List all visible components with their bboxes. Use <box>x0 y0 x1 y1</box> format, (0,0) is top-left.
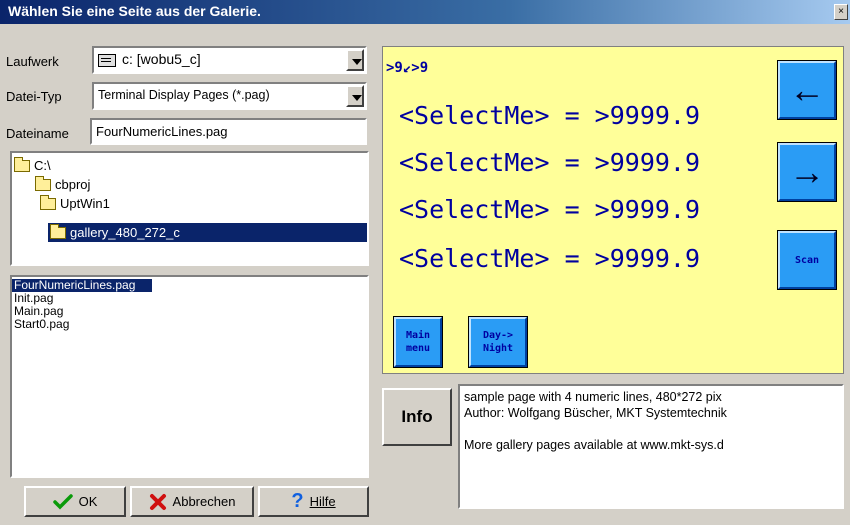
page-preview[interactable]: >9↙>9 <SelectMe> = >9999.9 <SelectMe> = … <box>382 46 844 374</box>
info-text-box: sample page with 4 numeric lines, 480*27… <box>458 384 844 509</box>
directory-label: cbproj <box>55 177 91 192</box>
right-arrow-icon: → <box>789 151 825 192</box>
day-night-button[interactable]: Day-> Night <box>468 316 528 368</box>
directory-label: UptWin1 <box>60 196 110 211</box>
directory-item[interactable]: C:\ <box>14 156 51 175</box>
filetype-combo[interactable]: Terminal Display Pages (*.pag) <box>92 82 367 110</box>
directory-list[interactable]: C:\ cbproj UptWin1 gallery_480_272_c <box>10 151 369 266</box>
drive-icon <box>98 54 116 67</box>
help-button[interactable]: ? Hilfe <box>258 486 369 517</box>
directory-label: gallery_480_272_c <box>70 225 180 240</box>
checkmark-icon <box>52 493 73 509</box>
open-folder-icon <box>14 156 30 172</box>
info-button[interactable]: Info <box>382 388 452 446</box>
scan-label: Scan <box>794 254 820 266</box>
cancel-label: Abbrechen <box>172 494 236 509</box>
filename-label: Dateiname <box>6 126 69 141</box>
filename-input[interactable]: FourNumericLines.pag <box>90 118 367 145</box>
ok-button[interactable]: OK <box>24 486 126 517</box>
filetype-value: Terminal Display Pages (*.pag) <box>98 88 270 102</box>
open-folder-icon <box>35 175 51 191</box>
drive-label: Laufwerk <box>6 54 59 69</box>
preview-line: <SelectMe> = >9999.9 <box>399 195 701 224</box>
directory-item[interactable]: UptWin1 <box>40 194 110 213</box>
nav-right-button[interactable]: → <box>777 142 837 202</box>
left-arrow-icon: ← <box>789 69 825 110</box>
info-label: Info <box>401 407 433 426</box>
close-button[interactable]: × <box>834 4 848 20</box>
window-title: Wählen Sie eine Seite aus der Galerie. <box>8 3 261 19</box>
scan-button[interactable]: Scan <box>777 230 837 290</box>
drive-combo[interactable]: c: [wobu5_c] <box>92 46 367 74</box>
preview-line: <SelectMe> = >9999.9 <box>399 244 701 273</box>
file-list[interactable]: FourNumericLines.pag Init.pag Main.pag S… <box>10 275 369 478</box>
day-night-label: Day-> Night <box>482 330 514 354</box>
filetype-label: Datei-Typ <box>6 89 62 104</box>
directory-label: C:\ <box>34 158 51 173</box>
preview-header: >9↙>9 <box>386 60 429 76</box>
cross-icon <box>149 493 166 510</box>
drive-value: c: [wobu5_c] <box>122 51 201 67</box>
filename-value: FourNumericLines.pag <box>96 124 228 139</box>
filetype-dropdown-arrow[interactable] <box>346 85 364 107</box>
main-menu-button[interactable]: Main menu <box>393 316 443 368</box>
directory-item[interactable]: cbproj <box>35 175 90 194</box>
help-label: Hilfe <box>309 494 336 509</box>
preview-line: <SelectMe> = >9999.9 <box>399 148 701 177</box>
ok-label: OK <box>78 494 98 509</box>
drive-dropdown-arrow[interactable] <box>346 49 364 71</box>
preview-line: <SelectMe> = >9999.9 <box>399 101 701 130</box>
file-item[interactable]: Start0.pag <box>12 318 69 331</box>
directory-item-selected[interactable]: gallery_480_272_c <box>48 223 367 242</box>
cancel-button[interactable]: Abbrechen <box>130 486 254 517</box>
open-folder-icon <box>50 223 66 239</box>
main-menu-label: Main menu <box>405 330 431 354</box>
nav-left-button[interactable]: ← <box>777 60 837 120</box>
question-mark-icon: ? <box>291 490 304 512</box>
open-folder-icon <box>40 194 56 210</box>
